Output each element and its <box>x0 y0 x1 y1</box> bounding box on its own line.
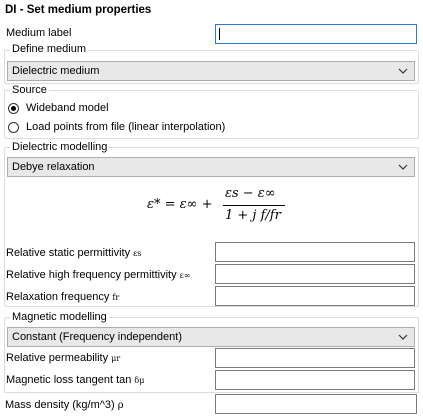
relative-static-permittivity-input[interactable] <box>215 242 415 262</box>
define-medium-selected: Dielectric medium <box>12 65 100 77</box>
relative-high-frequency-permittivity-label: Relative high frequency permittivity ε∞ <box>6 269 191 281</box>
radio-load-points-from-file[interactable] <box>8 122 19 133</box>
dielectric-modelling-dropdown[interactable]: Debye relaxation <box>7 157 415 177</box>
rho-symbol: ρ <box>117 400 124 411</box>
dielectric-modelling-legend: Dielectric modelling <box>10 141 110 153</box>
text-caret <box>219 28 220 40</box>
epsilon-s-symbol: εs <box>133 249 142 258</box>
mass-density-label: Mass density (kg/m^3) ρ <box>5 399 124 411</box>
chevron-down-icon <box>398 68 408 74</box>
magnetic-modelling-legend: Magnetic modelling <box>10 311 109 323</box>
delta-mu-symbol: δμ <box>134 376 145 385</box>
dielectric-modelling-selected: Debye relaxation <box>12 161 95 173</box>
magnetic-loss-tangent-input[interactable] <box>215 370 415 390</box>
relative-permeability-label: Relative permeability μr <box>6 352 121 364</box>
formula-fraction-bar <box>223 205 285 206</box>
relaxation-frequency-label: Relaxation frequency fr <box>6 291 120 303</box>
formula-numerator: εs − ε∞ <box>225 186 276 201</box>
mass-density-input[interactable] <box>215 394 417 414</box>
radio-wideband-model[interactable] <box>8 103 19 114</box>
magnetic-modelling-dropdown[interactable]: Constant (Frequency independent) <box>7 327 415 347</box>
relative-high-frequency-permittivity-input[interactable] <box>215 264 415 284</box>
chevron-down-icon <box>398 164 408 170</box>
medium-label-input[interactable] <box>215 24 417 44</box>
relaxation-frequency-input[interactable] <box>215 286 415 306</box>
f-r-symbol: fr <box>112 293 120 302</box>
formula-denominator: 1 + j f/fr <box>225 208 281 223</box>
define-medium-legend: Define medium <box>10 43 88 55</box>
mu-r-symbol: μr <box>111 354 121 363</box>
source-legend: Source <box>10 84 49 96</box>
load-points-label[interactable]: Load points from file (linear interpolat… <box>26 121 225 133</box>
dialog-title: DI - Set medium properties <box>5 4 152 16</box>
wideband-model-label[interactable]: Wideband model <box>26 102 109 114</box>
epsilon-inf-symbol: ε∞ <box>179 271 191 280</box>
magnetic-modelling-selected: Constant (Frequency independent) <box>12 331 182 343</box>
define-medium-dropdown[interactable]: Dielectric medium <box>7 61 415 81</box>
magnetic-loss-tangent-label: Magnetic loss tangent tan δμ <box>6 374 145 386</box>
debye-formula: ε* = ε∞ + εs − ε∞ 1 + j f/fr <box>147 186 287 228</box>
formula-lhs: ε* = ε∞ + <box>147 197 213 212</box>
chevron-down-icon <box>398 334 408 340</box>
relative-static-permittivity-label: Relative static permittivity εs <box>6 247 142 259</box>
relative-permeability-input[interactable] <box>215 348 415 368</box>
medium-label-label: Medium label <box>6 27 72 39</box>
